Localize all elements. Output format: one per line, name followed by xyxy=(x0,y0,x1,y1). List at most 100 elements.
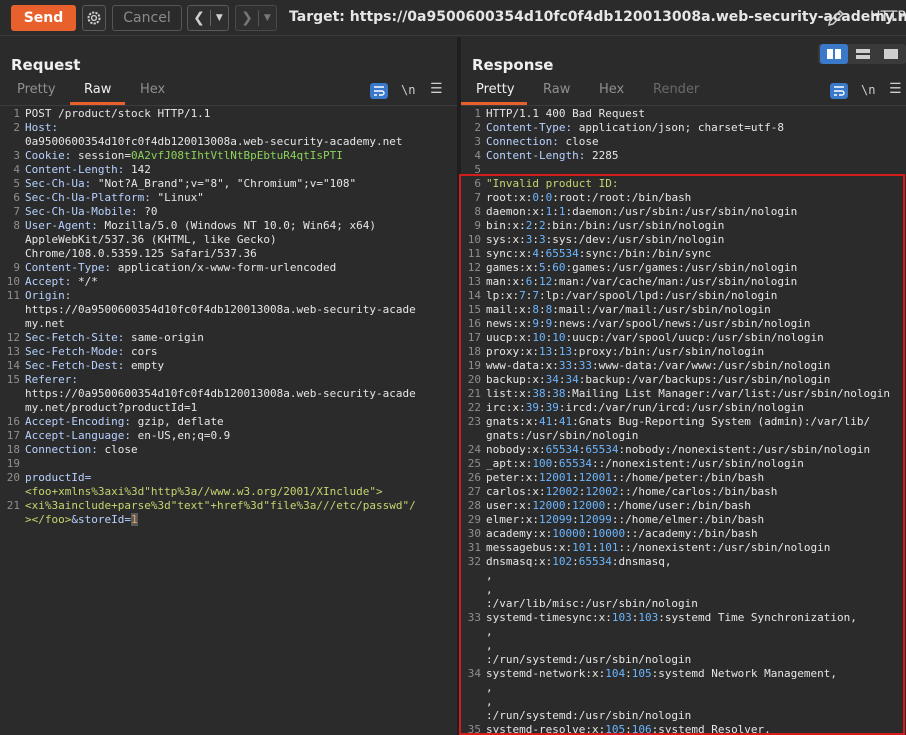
response-line: 34 systemd-network:x:104:105:systemd Netw… xyxy=(461,667,906,681)
passwd-text: :Gnats Bug-Reporting System (admin):/var… xyxy=(572,415,871,428)
passwd-text: :root:/root:/bin/bash xyxy=(552,191,692,204)
request-line: 10 Accept: */* xyxy=(0,275,457,289)
layout-stacked-icon[interactable] xyxy=(849,44,877,64)
line-content: <foo+xmlns%3axi%3d"http%3a//www.w3.org/2… xyxy=(25,485,383,499)
response-line: :/run/systemd:/usr/sbin/nologin xyxy=(461,709,906,723)
passwd-gid: 33 xyxy=(578,359,592,372)
response-line: 8 daemon:x:1:1:daemon:/usr/sbin:/usr/sbin… xyxy=(461,205,906,219)
passwd-text: :www-data:/var/www:/usr/sbin/nologin xyxy=(591,359,831,372)
line-content: sys:x:3:3:sys:/dev:/usr/sbin/nologin xyxy=(486,233,724,247)
passwd-gid: 101 xyxy=(598,541,619,554)
response-panel: Response Pretty Raw Hex Render \n ☰ 1 HTT… xyxy=(461,37,906,735)
passwd-uid: 39 xyxy=(525,401,539,414)
passwd-uid: 5 xyxy=(538,261,546,274)
line-content: , xyxy=(486,569,493,583)
response-tab-raw[interactable]: Raw xyxy=(543,82,570,97)
passwd-uid: 8 xyxy=(532,303,539,316)
layout-side-by-side-icon[interactable] xyxy=(820,44,848,64)
request-line: 13 Sec-Fetch-Mode: cors xyxy=(0,345,457,359)
passwd-text: : xyxy=(572,513,579,526)
request-wrap-lines-icon[interactable] xyxy=(370,83,388,99)
line-content: my.net xyxy=(25,317,65,331)
request-tab-raw[interactable]: Raw xyxy=(84,82,111,97)
forward-history-button[interactable]: ❯ ▼ xyxy=(235,5,277,31)
response-tab-render[interactable]: Render xyxy=(653,82,699,97)
back-history-button[interactable]: ❮ ▼ xyxy=(187,5,229,31)
passwd-text: :sys:/dev:/usr/sbin/nologin xyxy=(545,233,725,246)
request-title: Request xyxy=(11,56,81,74)
request-tab-hex[interactable]: Hex xyxy=(140,82,165,97)
http-version-label[interactable]: HTTP/ xyxy=(870,9,906,25)
line-text: :/run/systemd:/usr/sbin/nologin xyxy=(486,653,692,666)
header-value: "Not?A_Brand";v="8", "Chromium";v="108" xyxy=(91,177,357,190)
header-name: Sec-Ch-Ua: xyxy=(25,177,92,190)
request-line: AppleWebKit/537.36 (KHTML, like Gecko) xyxy=(0,233,457,247)
line-content: gnats:/usr/sbin/nologin xyxy=(486,429,638,443)
passwd-text: : xyxy=(539,401,546,414)
passwd-uid: 104 xyxy=(605,667,626,680)
response-line: gnats:/usr/sbin/nologin xyxy=(461,429,906,443)
response-newline-toggle[interactable]: \n xyxy=(861,83,875,97)
line-number: 14 xyxy=(467,289,481,302)
header-value: gzip, deflate xyxy=(130,415,224,428)
header-value: close xyxy=(558,135,599,148)
response-line: , xyxy=(461,569,906,583)
request-tab-pretty[interactable]: Pretty xyxy=(17,82,56,97)
header-value: 2285 xyxy=(585,149,619,162)
line-number: 10 xyxy=(467,233,481,246)
response-editor[interactable]: 1 HTTP/1.1 400 Bad Request 2 Content-Type: … xyxy=(461,107,906,735)
passwd-text: academy:x: xyxy=(486,527,553,540)
line-content: :/run/systemd:/usr/sbin/nologin xyxy=(486,653,691,667)
passwd-uid: 12002 xyxy=(545,485,579,498)
passwd-text: backup:x: xyxy=(486,373,546,386)
line-content: peter:x:12001:12001::/home/peter:/bin/ba… xyxy=(486,471,764,485)
line-text: https://0a9500600354d10fc0f4db120013008a… xyxy=(25,387,416,400)
line-text: gnats:/usr/sbin/nologin xyxy=(486,429,639,442)
response-line: 14 lp:x:7:7:lp:/var/spool/lpd:/usr/sbin/n… xyxy=(461,289,906,303)
response-tab-pretty[interactable]: Pretty xyxy=(476,82,515,97)
request-line: https://0a9500600354d10fc0f4db120013008a… xyxy=(0,387,457,401)
passwd-uid: 12099 xyxy=(538,513,573,526)
send-button[interactable]: Send xyxy=(11,5,76,31)
request-menu-icon[interactable]: ☰ xyxy=(430,81,443,97)
passwd-text: uucp:x: xyxy=(486,331,533,344)
header-name: Sec-Fetch-Site: xyxy=(25,331,125,344)
passwd-gid: 60 xyxy=(552,261,566,274)
passwd-text: root:x: xyxy=(486,191,533,204)
response-line: 18 proxy:x:13:13:proxy:/bin:/usr/sbin/nol… xyxy=(461,345,906,359)
line-content: "Invalid product ID: xyxy=(486,177,618,191)
line-content: list:x:38:38:Mailing List Manager:/var/l… xyxy=(486,387,890,401)
response-menu-icon[interactable]: ☰ xyxy=(889,81,902,97)
passwd-gid: 106 xyxy=(631,723,652,735)
passwd-text: : xyxy=(572,359,579,372)
request-line: my.net/product?productId=1 xyxy=(0,401,457,415)
layout-tabs-icon[interactable] xyxy=(877,44,905,64)
line-text: :/run/systemd:/usr/sbin/nologin xyxy=(486,709,692,722)
response-wrap-lines-icon[interactable] xyxy=(830,83,848,99)
line-number: 7 xyxy=(13,205,20,218)
line-number: 1 xyxy=(13,107,20,120)
settings-gear-icon[interactable] xyxy=(82,5,106,31)
line-content: Accept-Encoding: gzip, deflate xyxy=(25,415,224,429)
edit-target-pencil-icon[interactable] xyxy=(826,8,846,28)
request-line: 12 Sec-Fetch-Site: same-origin xyxy=(0,331,457,345)
passwd-text: : xyxy=(538,303,546,316)
passwd-text: : xyxy=(538,247,546,260)
line-content: HTTP/1.1 400 Bad Request xyxy=(486,107,645,121)
request-line: 16 Accept-Encoding: gzip, deflate xyxy=(0,415,457,429)
passwd-text: : xyxy=(572,555,579,568)
passwd-text: : xyxy=(552,457,559,470)
request-editor[interactable]: 1 POST /product/stock HTTP/1.1 2 Host: 0a950… xyxy=(0,107,457,735)
passwd-text: sync:x: xyxy=(486,247,533,260)
passwd-text: : xyxy=(552,205,559,218)
line-number: 1 xyxy=(474,107,481,120)
response-line: 10 sys:x:3:3:sys:/dev:/usr/sbin/nologin xyxy=(461,233,906,247)
passwd-text: mail:x: xyxy=(486,303,533,316)
response-line: :/var/lib/misc:/usr/sbin/nologin xyxy=(461,597,906,611)
response-tab-hex[interactable]: Hex xyxy=(599,82,624,97)
request-newline-toggle[interactable]: \n xyxy=(401,83,415,97)
passwd-text: : xyxy=(552,415,559,428)
passwd-text: :lp:/var/spool/lpd:/usr/sbin/nologin xyxy=(539,289,778,302)
cancel-button[interactable]: Cancel xyxy=(112,5,182,31)
line-number: 4 xyxy=(13,163,20,176)
